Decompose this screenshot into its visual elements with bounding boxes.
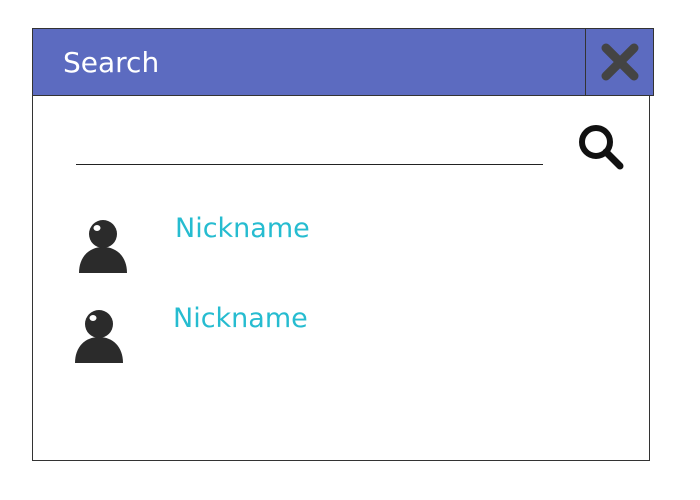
result-nickname: Nickname — [175, 213, 310, 244]
search-button[interactable] — [575, 121, 627, 173]
result-item[interactable]: Nickname — [73, 303, 593, 367]
close-icon — [601, 43, 638, 81]
user-avatar-icon — [79, 220, 127, 273]
close-button[interactable] — [585, 29, 653, 95]
search-icon — [579, 125, 624, 170]
result-nickname: Nickname — [173, 303, 308, 334]
title-bar: Search — [32, 28, 654, 96]
dialog-title: Search — [63, 46, 160, 79]
search-dialog: Search Nickname Nickname — [32, 28, 654, 461]
result-item[interactable]: Nickname — [73, 213, 593, 277]
user-avatar-icon — [75, 310, 123, 363]
search-input[interactable] — [76, 133, 543, 165]
